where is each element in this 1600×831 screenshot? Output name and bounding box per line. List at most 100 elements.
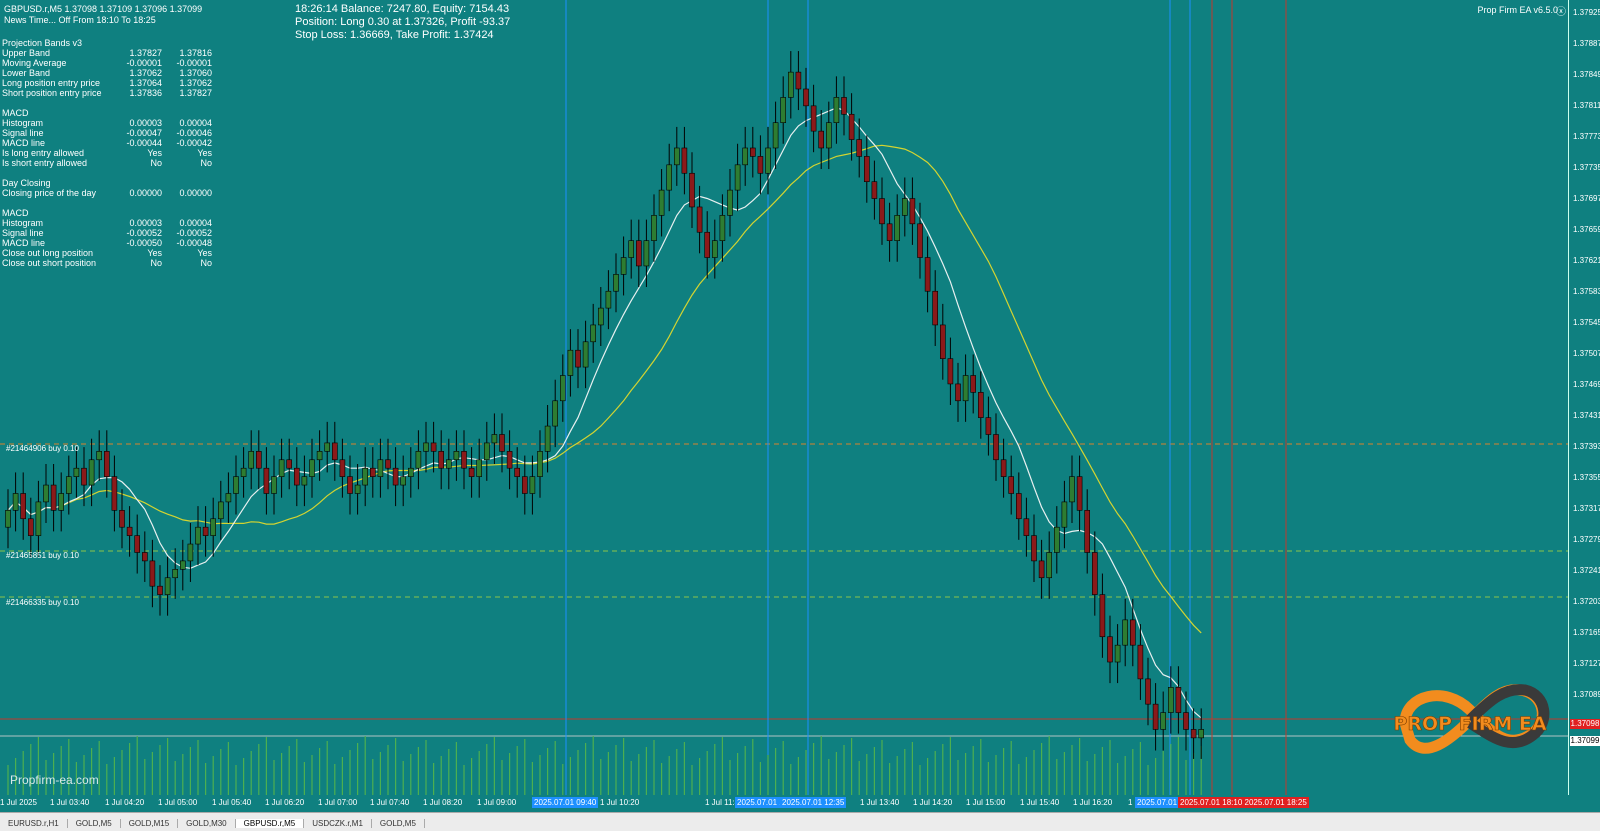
indicator-label: Histogram — [2, 218, 44, 228]
candle-body — [491, 434, 498, 444]
indicator-value: 1.37064 — [129, 78, 162, 88]
candle-body — [559, 375, 566, 402]
account-info: 18:26:14 Balance: 7247.80, Equity: 7154.… — [295, 3, 510, 42]
candle-body — [772, 122, 779, 149]
candle-body — [423, 442, 429, 452]
chart-tab-bar: EURUSD.r,H1 GOLD,M5 GOLD,M15 GOLD,M30 GBPUSD… — [0, 812, 1600, 828]
candle-body — [613, 274, 619, 292]
candle-body — [643, 240, 650, 267]
chart-tab[interactable]: GOLD,M5 — [68, 819, 121, 828]
candle-body — [88, 459, 95, 486]
indicator-value: 1.37062 — [129, 68, 162, 78]
candle-body — [993, 434, 999, 461]
candle-body — [415, 451, 422, 469]
candle-body — [575, 349, 581, 368]
candle-body — [696, 206, 703, 233]
price-chart[interactable] — [0, 0, 1568, 795]
candle-body — [316, 451, 323, 461]
account-balance-line: 18:26:14 Balance: 7247.80, Equity: 7154.… — [295, 3, 510, 15]
candle-body — [377, 459, 384, 477]
candle-body — [362, 467, 369, 486]
candle-body — [1000, 459, 1007, 477]
indicator-row: MACD — [2, 108, 217, 118]
candle-body — [331, 442, 338, 461]
indicator-label: Is short entry allowed — [2, 158, 88, 168]
candle-body — [894, 215, 901, 241]
candle-body — [476, 459, 483, 477]
candle-body — [810, 105, 817, 132]
candle-body — [66, 476, 72, 494]
candle-body — [1190, 729, 1197, 739]
indicator-value: 1.37060 — [179, 68, 212, 78]
indicator-label: MACD line — [2, 238, 46, 248]
symbol-info: GBPUSD.r,M5 1.37098 1.37109 1.37096 1.37… — [4, 4, 203, 14]
order-label[interactable]: #21466335 buy 0.10 — [6, 598, 79, 607]
chart-window[interactable]: GBPUSD.r,M5 1.37098 1.37109 1.37096 1.37… — [0, 0, 1600, 812]
candle-body — [248, 451, 254, 469]
chart-tab[interactable]: USDCZK.r,M1 — [304, 819, 372, 828]
price-axis[interactable]: 1.37925 1.37887 1.37849 1.37811 1.37773 1.377… — [1568, 0, 1600, 795]
indicator-label: Day Closing — [2, 178, 51, 188]
candle-body — [879, 198, 885, 225]
candle-body — [947, 358, 954, 385]
time-tick: 1 Jul 11:4 — [705, 798, 740, 807]
candle-body — [1031, 535, 1037, 562]
candle-body — [635, 240, 642, 267]
indicator-label: Short position entry price — [2, 88, 102, 98]
order-label[interactable]: #21465851 buy 0.10 — [6, 551, 79, 560]
indicator-value: 0.00003 — [129, 218, 162, 228]
close-circle-icon[interactable]: ⓧ — [1556, 3, 1566, 18]
vline-time-label: 2025.07.01 09:40 — [532, 797, 599, 808]
candle-body — [430, 442, 437, 452]
time-tick: 1 — [1128, 798, 1133, 807]
candle-body — [605, 290, 612, 309]
candle-body — [43, 484, 49, 503]
price-tick: 1.37507 — [1573, 349, 1600, 358]
candle-body — [324, 442, 331, 452]
indicator-value: -0.00001 — [126, 58, 162, 68]
indicator-label: Close out short position — [2, 258, 97, 268]
price-tick: 1.37203 — [1573, 597, 1600, 606]
candle-body — [765, 147, 771, 174]
time-tick: 1 Jul 2025 — [0, 798, 37, 807]
prop-firm-ea-logo: PROP FIRM EA — [1393, 684, 1550, 754]
candle-body — [818, 130, 825, 149]
candle-body — [886, 223, 893, 241]
candle-body — [134, 535, 140, 553]
candle-body — [719, 215, 726, 241]
indicator-value: Yes — [197, 248, 212, 258]
candle-body — [392, 467, 399, 486]
chart-tab[interactable]: GBPUSD.r,M5 — [235, 819, 305, 828]
indicator-row: Upper Band 1.37827 1.37816 — [2, 48, 217, 58]
indicator-row: Close out long position Yes Yes — [2, 248, 217, 258]
candle-body — [278, 459, 285, 477]
indicator-value: No — [150, 258, 162, 268]
chart-tab[interactable]: GOLD,M15 — [121, 819, 179, 828]
indicator-value: -0.00001 — [176, 58, 212, 68]
candle-body — [529, 476, 536, 494]
price-tick: 1.37849 — [1573, 70, 1600, 79]
candle-body — [970, 375, 977, 393]
time-tick: 1 Jul 13:40 — [860, 798, 900, 807]
indicator-label: Upper Band — [2, 48, 51, 58]
time-axis[interactable]: 1 Jul 2025 1 Jul 03:40 1 Jul 04:20 1 Jul 05… — [0, 795, 1568, 812]
indicator-value: 0.00003 — [129, 118, 162, 128]
indicator-row: Short position entry price 1.37836 1.37827 — [2, 88, 217, 98]
candle-body — [689, 172, 695, 208]
chart-tab[interactable]: GOLD,M5 — [372, 819, 425, 828]
candle-body — [27, 518, 34, 536]
candle-body — [1008, 476, 1015, 494]
chart-tab[interactable]: EURUSD.r,H1 — [0, 819, 68, 828]
candle-body — [58, 493, 65, 511]
price-tick: 1.37241 — [1573, 566, 1600, 575]
time-tick: 1 Jul 15:40 — [1020, 798, 1060, 807]
indicator-row: Signal line -0.00047 -0.00046 — [2, 128, 217, 138]
indicator-row: Histogram 0.00003 0.00004 — [2, 118, 217, 128]
candle-body — [521, 476, 528, 494]
chart-tab[interactable]: GOLD,M30 — [178, 819, 236, 828]
candle-body — [461, 451, 467, 469]
candle-body — [1061, 501, 1068, 528]
indicator-row — [2, 168, 217, 178]
candle-body — [240, 467, 247, 477]
order-label[interactable]: #21464906 buy 0.10 — [6, 444, 79, 453]
